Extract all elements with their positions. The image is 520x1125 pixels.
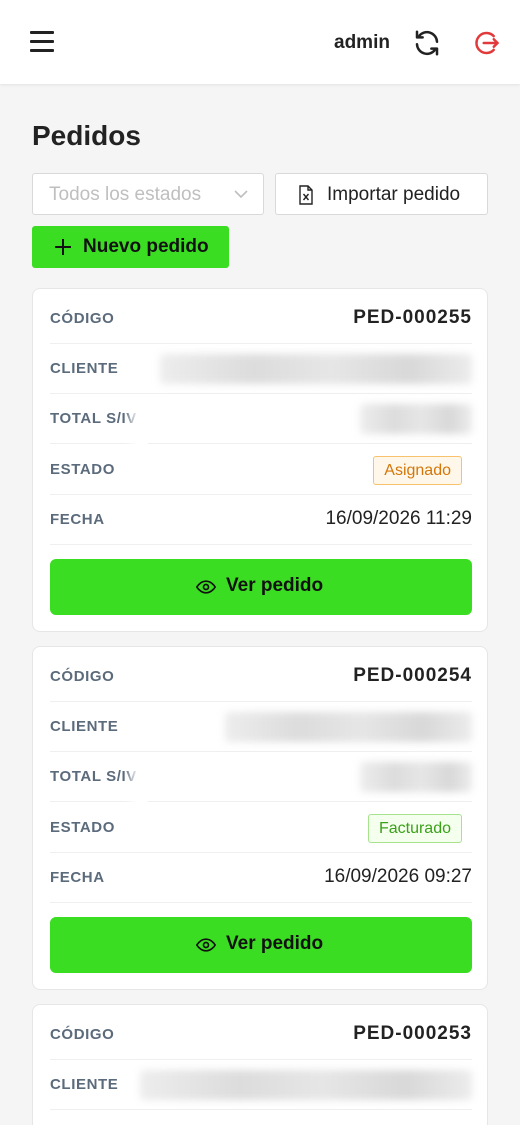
view-order-label: Ver pedido [226,575,324,596]
order-status-row: ESTADO Facturado [50,803,472,853]
import-order-button[interactable]: Importar pedido [275,173,488,215]
order-code-row: CÓDIGO PED-000253 [50,1010,472,1060]
order-code-value: PED-000255 [353,307,472,328]
order-client-label: CLIENTE [50,1076,119,1093]
order-client-row: CLIENTE [50,1060,472,1110]
order-date-value: 16/09/2026 09:27 [324,866,472,887]
order-code-label: CÓDIGO [50,1026,115,1043]
chevron-down-icon [234,190,248,199]
order-date-label: FECHA [50,869,105,886]
new-order-button[interactable]: Nuevo pedido [32,226,229,268]
order-card: CÓDIGO PED-000254 CLIENTE TOTAL S/IV EST… [32,646,488,990]
total-redacted [360,404,472,434]
new-order-label: Nuevo pedido [83,236,209,257]
order-date-value: 16/09/2026 11:29 [325,508,472,529]
order-client-row: CLIENTE [50,702,472,752]
order-card: CÓDIGO PED-000253 CLIENTE [32,1004,488,1125]
hamburger-menu-icon[interactable] [28,28,58,56]
order-code-label: CÓDIGO [50,310,115,327]
order-client-row: CLIENTE [50,344,472,394]
view-order-button[interactable]: Ver pedido [50,559,472,615]
plus-icon [55,239,71,255]
refresh-icon[interactable] [412,28,442,58]
order-code-value: PED-000254 [353,665,472,686]
total-redacted [360,762,472,792]
order-date-row: FECHA 16/09/2026 09:27 [50,853,472,903]
order-status-row: ESTADO Asignado [50,445,472,495]
status-filter-placeholder: Todos los estados [49,184,202,205]
status-badge: Asignado [373,456,462,485]
order-client-label: CLIENTE [50,360,119,377]
view-order-label: Ver pedido [226,933,324,954]
eye-icon [196,580,216,594]
logout-icon[interactable] [470,28,500,58]
eye-icon [196,938,216,952]
order-code-row: CÓDIGO PED-000254 [50,652,472,702]
order-client-label: CLIENTE [50,718,119,735]
excel-file-icon [299,185,313,205]
order-date-row: FECHA 16/09/2026 11:29 [50,495,472,545]
order-code-label: CÓDIGO [50,668,115,685]
status-filter-select[interactable]: Todos los estados [32,173,264,215]
order-date-label: FECHA [50,511,105,528]
client-redacted [160,354,472,384]
client-redacted [140,1070,472,1100]
page-title: Pedidos [32,120,141,151]
view-order-button[interactable]: Ver pedido [50,917,472,973]
order-total-row: TOTAL S/IV [50,752,472,802]
order-status-label: ESTADO [50,461,115,478]
user-name: admin [334,32,390,53]
order-total-row: TOTAL S/IV [50,394,472,444]
status-badge: Facturado [367,814,462,843]
order-card: CÓDIGO PED-000255 CLIENTE TOTAL S/IV EST… [32,288,488,632]
order-code-value: PED-000253 [353,1023,472,1044]
order-status-label: ESTADO [50,819,115,836]
top-bar: admin [0,0,520,84]
order-code-row: CÓDIGO PED-000255 [50,294,472,344]
import-order-label: Importar pedido [327,184,461,205]
client-redacted [225,712,472,742]
